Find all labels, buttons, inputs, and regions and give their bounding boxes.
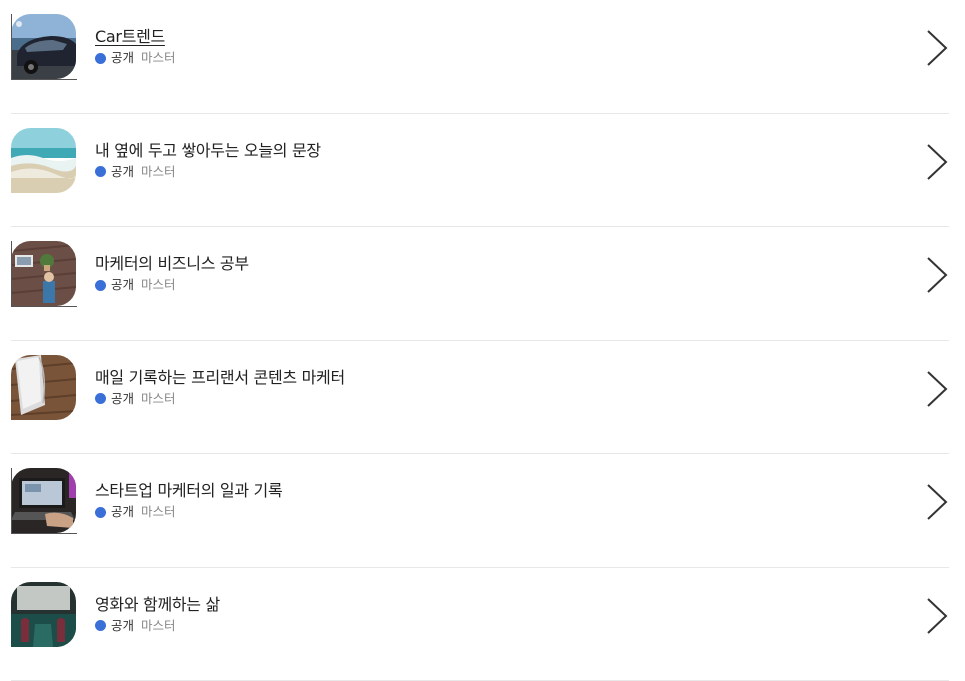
- chevron-right-icon[interactable]: [925, 143, 949, 181]
- chevron-right-icon[interactable]: [925, 597, 949, 635]
- beach-wave-photo-icon: [11, 128, 76, 193]
- status-dot-icon: [95, 620, 106, 631]
- channel-title[interactable]: 스타트업 마케터의 일과 기록: [95, 481, 282, 501]
- channel-meta: 공개 마스터: [95, 164, 321, 180]
- channel-title[interactable]: 내 옆에 두고 쌓아두는 오늘의 문장: [95, 141, 321, 161]
- channel-thumbnail: [11, 128, 76, 193]
- laptop-photo-icon: [11, 468, 76, 533]
- chevron-right-icon[interactable]: [925, 370, 949, 408]
- status-dot-icon: [95, 53, 106, 64]
- visibility-label: 공개: [111, 164, 134, 180]
- channel-list: Car트렌드 공개 마스터 내 옆에 두고 쌓아두는 오늘의 문장: [11, 0, 949, 681]
- channel-thumbnail: [11, 468, 76, 533]
- visibility-label: 공개: [111, 504, 134, 520]
- visibility-label: 공개: [111, 277, 134, 293]
- channel-meta: 공개 마스터: [95, 391, 345, 407]
- car-photo-icon: [11, 14, 76, 79]
- desk-workspace-photo-icon: [11, 241, 76, 306]
- movie-theater-photo-icon: [11, 582, 76, 647]
- notebook-photo-icon: [11, 355, 76, 420]
- channel-thumbnail: [11, 241, 76, 306]
- channel-item[interactable]: 영화와 함께하는 삶 공개 마스터: [11, 568, 949, 681]
- channel-thumbnail: [11, 582, 76, 647]
- channel-info: Car트렌드 공개 마스터: [95, 27, 176, 66]
- chevron-right-icon[interactable]: [925, 483, 949, 521]
- role-label: 마스터: [141, 504, 176, 520]
- role-label: 마스터: [141, 618, 176, 634]
- channel-title[interactable]: Car트렌드: [95, 27, 176, 47]
- channel-item[interactable]: 마케터의 비즈니스 공부 공개 마스터: [11, 227, 949, 341]
- status-dot-icon: [95, 280, 106, 291]
- role-label: 마스터: [141, 50, 176, 66]
- chevron-right-icon[interactable]: [925, 29, 949, 67]
- channel-meta: 공개 마스터: [95, 50, 176, 66]
- visibility-label: 공개: [111, 50, 134, 66]
- channel-item[interactable]: 스타트업 마케터의 일과 기록 공개 마스터: [11, 454, 949, 568]
- channel-info: 내 옆에 두고 쌓아두는 오늘의 문장 공개 마스터: [95, 141, 321, 180]
- role-label: 마스터: [141, 164, 176, 180]
- channel-title[interactable]: 마케터의 비즈니스 공부: [95, 254, 249, 274]
- chevron-right-icon[interactable]: [925, 256, 949, 294]
- channel-meta: 공개 마스터: [95, 504, 282, 520]
- channel-thumbnail: [11, 14, 76, 79]
- channel-info: 스타트업 마케터의 일과 기록 공개 마스터: [95, 481, 282, 520]
- visibility-label: 공개: [111, 618, 134, 634]
- channel-item[interactable]: 내 옆에 두고 쌓아두는 오늘의 문장 공개 마스터: [11, 114, 949, 228]
- role-label: 마스터: [141, 391, 176, 407]
- role-label: 마스터: [141, 277, 176, 293]
- channel-info: 매일 기록하는 프리랜서 콘텐츠 마케터 공개 마스터: [95, 368, 345, 407]
- channel-meta: 공개 마스터: [95, 277, 249, 293]
- status-dot-icon: [95, 393, 106, 404]
- visibility-label: 공개: [111, 391, 134, 407]
- channel-thumbnail: [11, 355, 76, 420]
- channel-item[interactable]: Car트렌드 공개 마스터: [11, 0, 949, 114]
- channel-info: 영화와 함께하는 삶 공개 마스터: [95, 595, 220, 634]
- channel-title[interactable]: 영화와 함께하는 삶: [95, 595, 220, 615]
- status-dot-icon: [95, 507, 106, 518]
- channel-info: 마케터의 비즈니스 공부 공개 마스터: [95, 254, 249, 293]
- channel-item[interactable]: 매일 기록하는 프리랜서 콘텐츠 마케터 공개 마스터: [11, 341, 949, 455]
- channel-title[interactable]: 매일 기록하는 프리랜서 콘텐츠 마케터: [95, 368, 345, 388]
- status-dot-icon: [95, 166, 106, 177]
- channel-meta: 공개 마스터: [95, 618, 220, 634]
